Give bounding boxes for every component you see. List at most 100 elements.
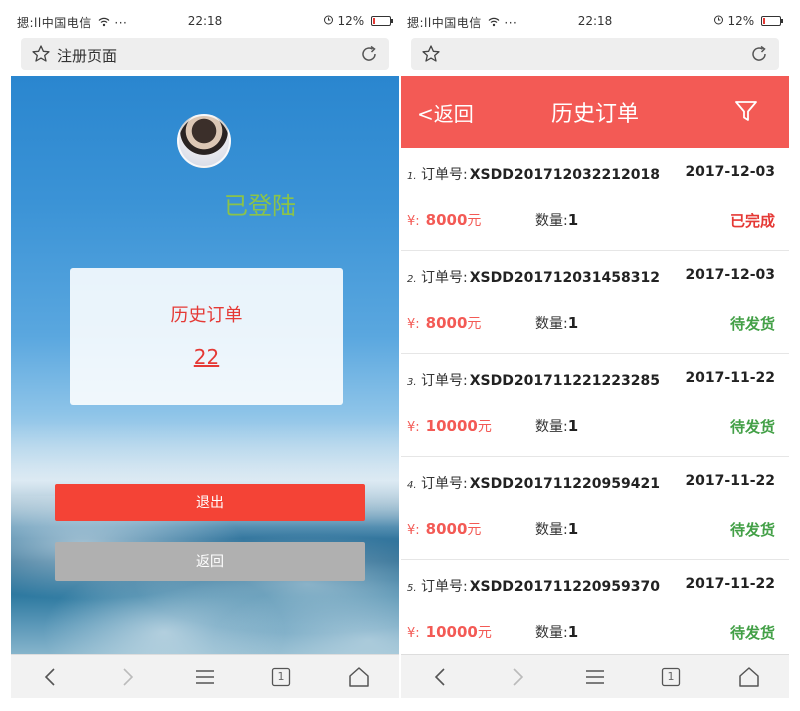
reload-icon[interactable] xyxy=(749,44,769,64)
order-no-label: 订单号: xyxy=(421,270,468,286)
order-date: 2017-12-03 xyxy=(685,164,775,180)
currency-label: ¥: xyxy=(407,523,420,538)
order-row-header: 1. 订单号: XSDD201712032212018 2017-12-03 xyxy=(407,164,775,184)
address-field[interactable]: 注册页面 xyxy=(21,38,389,70)
quantity-label: 数量: xyxy=(535,522,568,538)
address-field[interactable] xyxy=(411,38,779,70)
back-arrow-icon[interactable] xyxy=(39,665,63,689)
order-amount: 8000 xyxy=(425,520,468,538)
amount-unit: 元 xyxy=(467,213,482,229)
battery-percent: 12% xyxy=(727,14,755,28)
order-amount: 8000 xyxy=(425,314,468,332)
order-history-screen: 揌:ll中国电信 ··· 22:18 12% <返回 历史订单 1. 订单号: X… xyxy=(401,10,789,698)
currency-label: ¥: xyxy=(407,317,420,332)
order-index: 2. xyxy=(407,274,417,285)
order-row[interactable]: 3. 订单号: XSDD201711221223285 2017-11-22 ¥: 10… xyxy=(401,354,789,457)
order-quantity: 数量:1 xyxy=(535,416,578,436)
header-title: 历史订单 xyxy=(550,102,639,127)
avatar[interactable] xyxy=(177,114,231,168)
star-icon[interactable] xyxy=(421,44,441,64)
order-index: 3. xyxy=(407,377,417,388)
quantity-value: 1 xyxy=(567,520,579,538)
currency-label: ¥: xyxy=(407,626,420,641)
quantity-label: 数量: xyxy=(535,625,568,641)
amount-unit: 元 xyxy=(477,419,492,435)
order-no-label: 订单号: xyxy=(421,167,468,183)
order-status: 待发货 xyxy=(729,521,775,539)
order-status: 已完成 xyxy=(729,212,775,230)
menu-icon[interactable] xyxy=(583,665,607,689)
forward-arrow-icon[interactable] xyxy=(505,665,529,689)
order-row[interactable]: 4. 订单号: XSDD201711220959421 2017-11-22 ¥: 80… xyxy=(401,457,789,560)
order-date: 2017-11-22 xyxy=(685,473,775,489)
login-status: 已登陆 xyxy=(224,192,296,220)
order-row-header: 2. 订单号: XSDD201712031458312 2017-12-03 xyxy=(407,267,775,287)
order-number: XSDD201712031458312 xyxy=(469,270,660,286)
back-arrow-icon[interactable] xyxy=(429,665,453,689)
order-row-details: ¥: 10000元 数量:1 待发货 xyxy=(407,416,775,436)
login-page-screen: 揌:ll中国电信 ··· 22:18 12% 注册页面 已登陆 历史订单 22 … xyxy=(11,10,399,698)
order-index: 4. xyxy=(407,480,417,491)
order-history-card[interactable]: 历史订单 22 xyxy=(70,268,343,405)
browser-bottom-nav: 1 xyxy=(11,654,399,698)
order-count-link[interactable]: 22 xyxy=(194,345,219,369)
quantity-label: 数量: xyxy=(535,419,568,435)
app-header: <返回 历史订单 xyxy=(401,76,789,148)
alarm-icon xyxy=(713,15,723,25)
currency-label: ¥: xyxy=(407,214,420,229)
order-amount: 10000 xyxy=(425,417,478,435)
order-date: 2017-11-22 xyxy=(685,370,775,386)
order-row[interactable]: 1. 订单号: XSDD201712032212018 2017-12-03 ¥: 80… xyxy=(401,148,789,251)
order-no-label: 订单号: xyxy=(421,579,468,595)
order-date: 2017-12-03 xyxy=(685,267,775,283)
quantity-value: 1 xyxy=(567,314,579,332)
order-row-details: ¥: 8000元 数量:1 已完成 xyxy=(407,210,775,230)
star-icon[interactable] xyxy=(31,44,51,64)
filter-icon[interactable] xyxy=(733,98,759,124)
status-bar: 揌:ll中国电信 ··· 22:18 12% xyxy=(11,10,399,32)
order-quantity: 数量:1 xyxy=(535,622,578,642)
amount-unit: 元 xyxy=(467,522,482,538)
battery-percent: 12% xyxy=(337,14,365,28)
order-number: XSDD201712032212018 xyxy=(469,167,660,183)
menu-icon[interactable] xyxy=(193,665,217,689)
page-title: 注册页面 xyxy=(57,47,118,65)
order-row[interactable]: 5. 订单号: XSDD201711220959370 2017-11-22 ¥: 10… xyxy=(401,560,789,663)
order-row-header: 4. 订单号: XSDD201711220959421 2017-11-22 xyxy=(407,473,775,493)
home-icon[interactable] xyxy=(737,665,761,689)
tab-count: 1 xyxy=(277,670,285,683)
logout-button[interactable]: 退出 xyxy=(55,484,365,521)
tabs-button[interactable]: 1 xyxy=(659,665,683,689)
order-row[interactable]: 2. 订单号: XSDD201712031458312 2017-12-03 ¥: 80… xyxy=(401,251,789,354)
order-index: 5. xyxy=(407,583,417,594)
order-status: 待发货 xyxy=(729,315,775,333)
order-no-label: 订单号: xyxy=(421,476,468,492)
order-list: 1. 订单号: XSDD201712032212018 2017-12-03 ¥: 80… xyxy=(401,148,789,663)
order-quantity: 数量:1 xyxy=(535,210,578,230)
status-bar: 揌:ll中国电信 ··· 22:18 12% xyxy=(401,10,789,32)
back-button[interactable]: 返回 xyxy=(55,542,365,581)
currency-label: ¥: xyxy=(407,420,420,435)
order-number: XSDD201711221223285 xyxy=(469,373,660,389)
order-row-details: ¥: 8000元 数量:1 待发货 xyxy=(407,519,775,539)
amount-unit: 元 xyxy=(477,625,492,641)
order-no-label: 订单号: xyxy=(421,373,468,389)
tab-count: 1 xyxy=(667,670,675,683)
home-icon[interactable] xyxy=(347,665,371,689)
order-row-details: ¥: 8000元 数量:1 待发货 xyxy=(407,313,775,333)
forward-arrow-icon[interactable] xyxy=(115,665,139,689)
battery-icon xyxy=(761,16,783,26)
reload-icon[interactable] xyxy=(359,44,379,64)
amount-unit: 元 xyxy=(467,316,482,332)
battery-icon xyxy=(371,16,393,26)
order-quantity: 数量:1 xyxy=(535,519,578,539)
order-number: XSDD201711220959421 xyxy=(469,476,660,492)
order-date: 2017-11-22 xyxy=(685,576,775,592)
battery-level-fill xyxy=(373,18,376,24)
order-quantity: 数量:1 xyxy=(535,313,578,333)
status-right: 12% xyxy=(713,14,783,28)
order-row-header: 5. 订单号: XSDD201711220959370 2017-11-22 xyxy=(407,576,775,596)
tabs-button[interactable]: 1 xyxy=(269,665,293,689)
address-bar xyxy=(401,32,789,76)
quantity-value: 1 xyxy=(567,417,579,435)
